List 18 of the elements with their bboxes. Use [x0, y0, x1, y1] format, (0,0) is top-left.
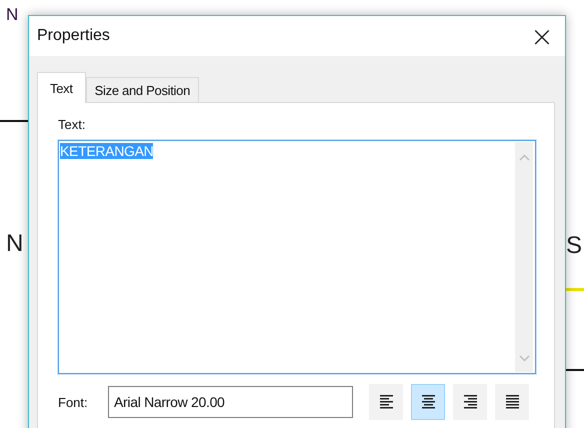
- align-left-icon: [380, 395, 392, 409]
- document-text: N: [6, 232, 24, 256]
- font-field[interactable]: Arial Narrow 20.00: [108, 386, 353, 418]
- field-label: Font:: [58, 394, 89, 410]
- tab[interactable]: Size and Position: [86, 77, 200, 102]
- close-button[interactable]: ×: [519, 16, 565, 56]
- align-center-icon: [422, 395, 434, 409]
- align-justify-icon: [506, 395, 518, 409]
- window-title: Properties: [37, 27, 110, 45]
- align-justify-button[interactable]: [495, 384, 529, 420]
- tab[interactable]: Text: [37, 72, 86, 103]
- document-text: S: [566, 234, 582, 258]
- field-label: Text:: [58, 117, 86, 132]
- align-center-button[interactable]: [411, 384, 445, 420]
- align-right-icon: [464, 395, 476, 409]
- align-right-button[interactable]: [453, 384, 487, 420]
- align-left-button[interactable]: [369, 384, 403, 420]
- document-text: N: [6, 6, 18, 23]
